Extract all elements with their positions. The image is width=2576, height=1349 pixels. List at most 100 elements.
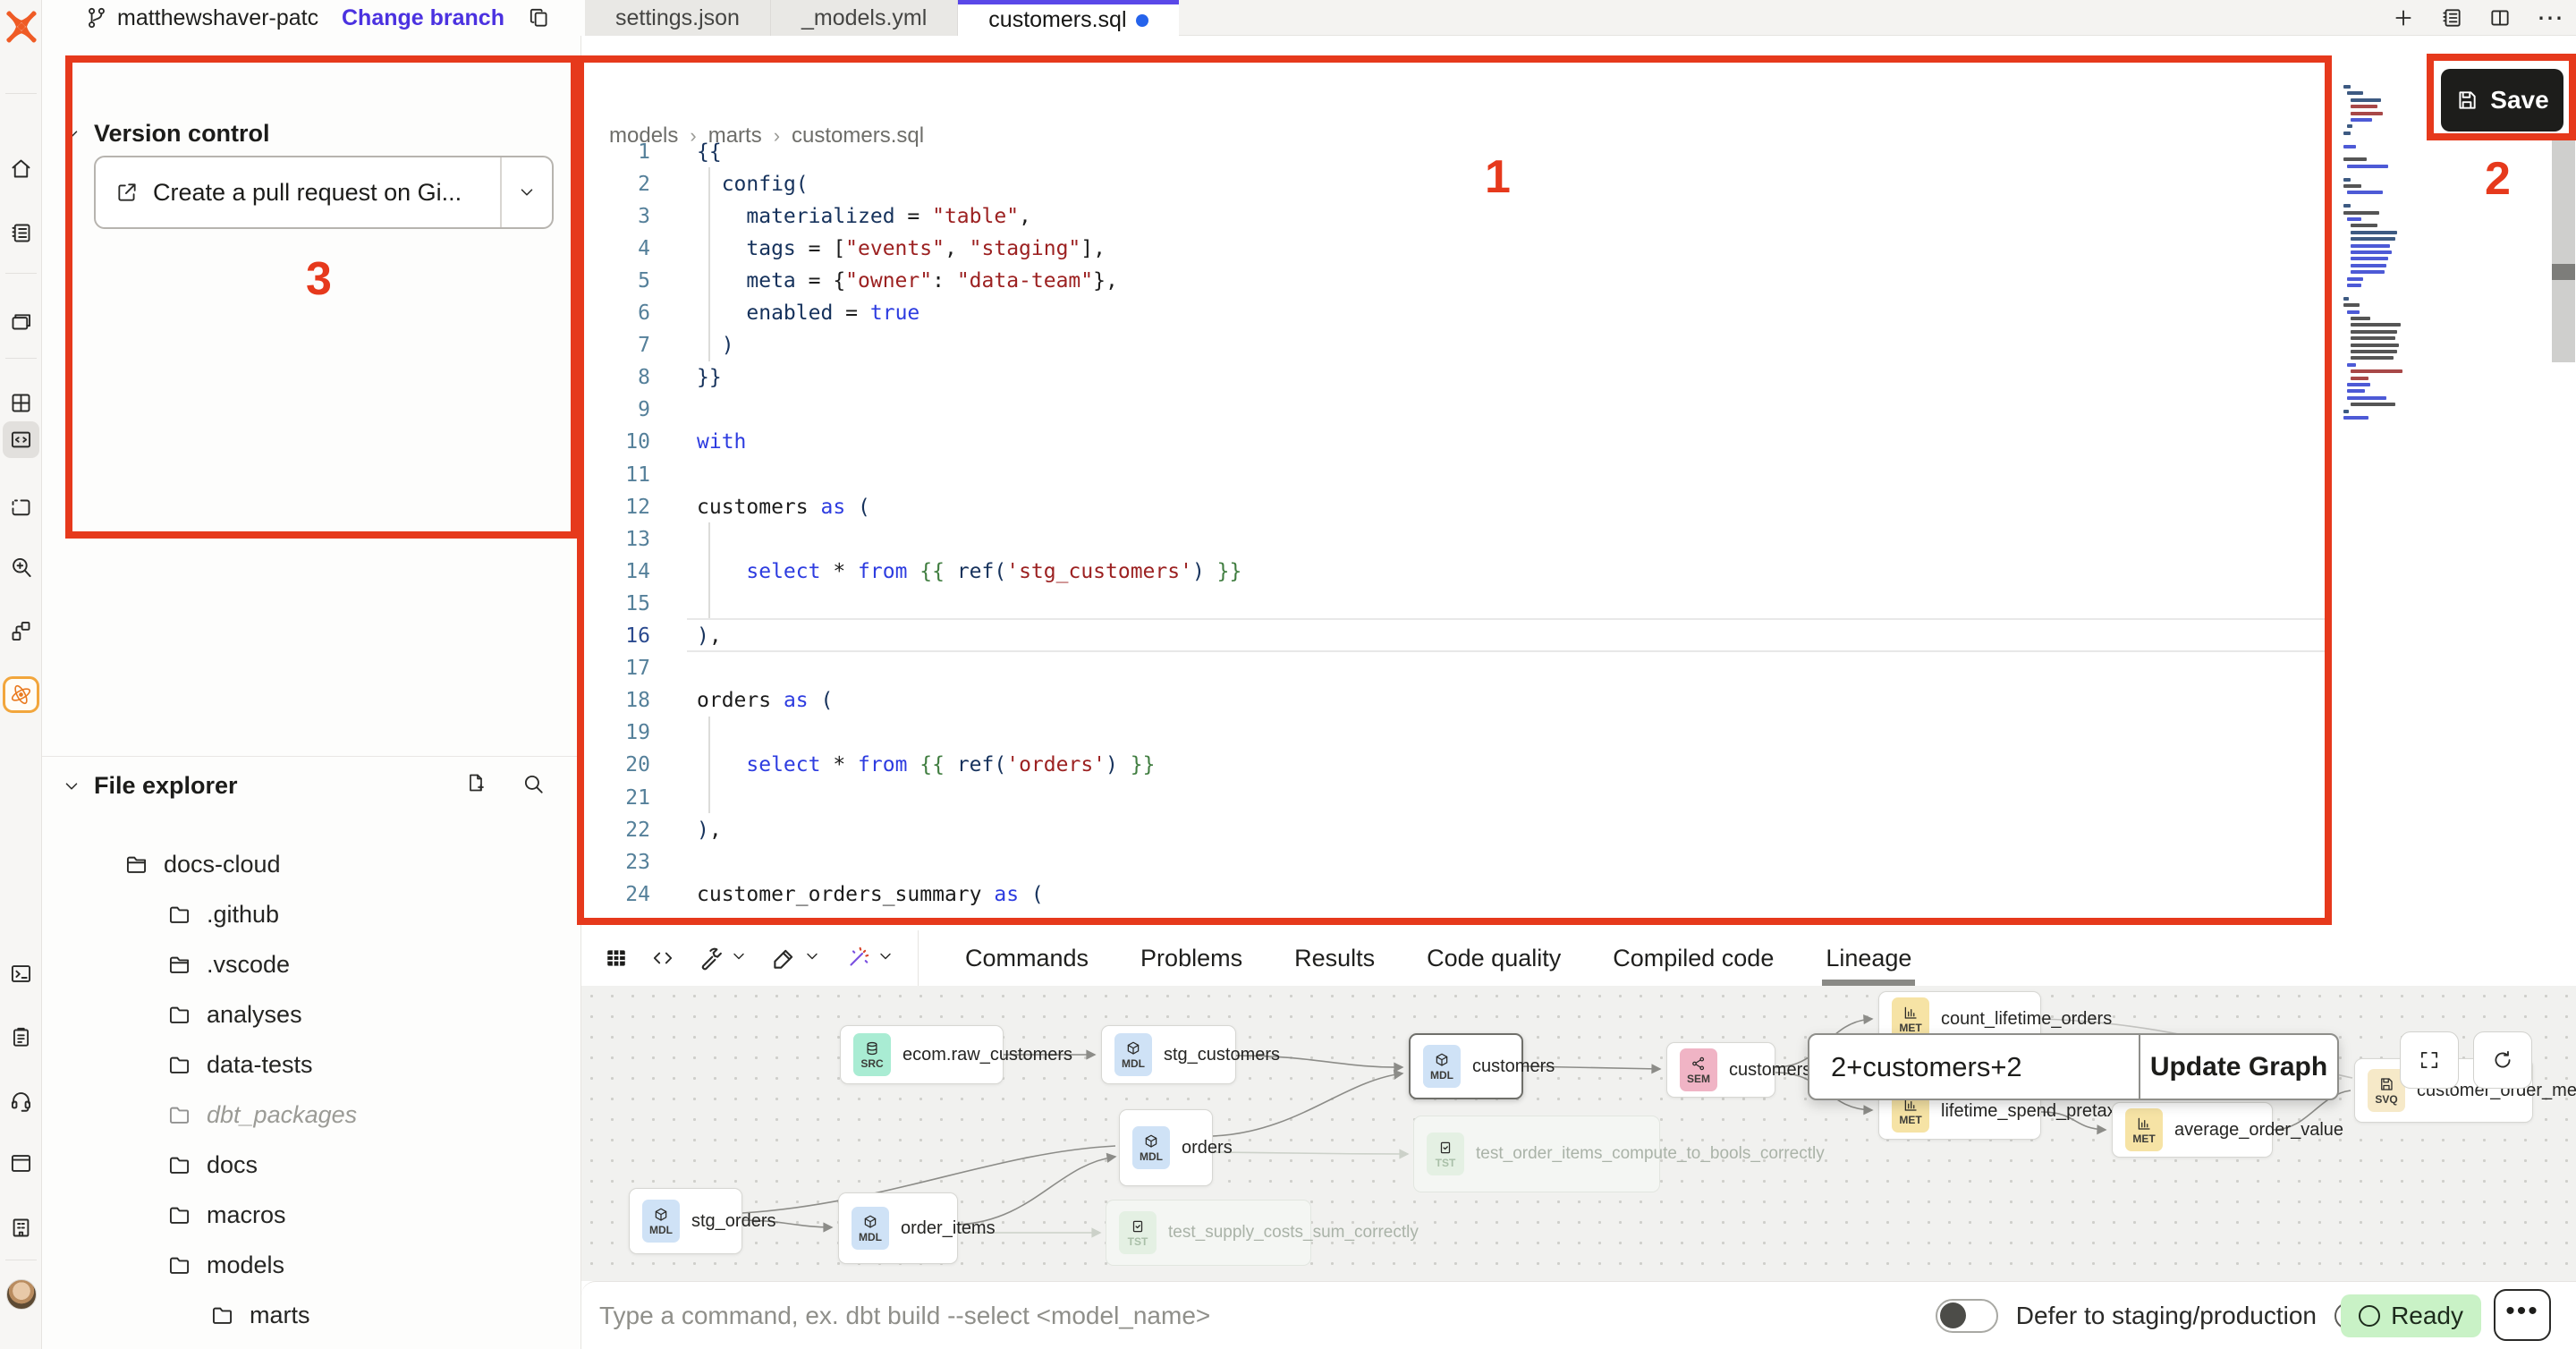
create-pull-request-main[interactable]: Create a pull request on Gi... (96, 157, 500, 227)
scrollbar-thumb[interactable] (2552, 264, 2575, 280)
file-explorer-header[interactable]: File explorer (62, 772, 238, 800)
minimap[interactable] (2343, 85, 2424, 461)
browser-icon[interactable] (3, 1145, 39, 1182)
lineage-node-test-supply-costs[interactable]: TSTtest_supply_costs_sum_correctly (1106, 1200, 1311, 1266)
tree-item-macros[interactable]: macros (167, 1197, 286, 1233)
code-line-17[interactable]: 17 (581, 652, 2522, 685)
defer-toggle[interactable] (1936, 1299, 1998, 1333)
refresh-graph-button[interactable] (2473, 1031, 2532, 1089)
terminal-icon[interactable] (3, 955, 39, 992)
more-icon[interactable]: ⋯ (2537, 3, 2563, 34)
lineage-node-stg-orders[interactable]: MDLstg_orders (629, 1188, 742, 1254)
lineage-node-orders-model[interactable]: MDLorders (1119, 1109, 1213, 1186)
code-line-1[interactable]: 1{{ (581, 135, 2522, 168)
code-line-24[interactable]: 24customer_orders_summary as ( (581, 878, 2522, 911)
code-editor[interactable]: models›marts›customers.sql 1{{2 config(3… (581, 36, 2576, 930)
code-line-15[interactable]: 15 (581, 587, 2522, 620)
code-line-18[interactable]: 18orders as ( (581, 684, 2522, 717)
stack-icon[interactable] (3, 302, 39, 339)
clipboard-icon[interactable] (3, 1019, 39, 1056)
lineage-canvas[interactable]: SRCecom.raw_customers MDLstg_customers MDL… (581, 986, 2576, 1281)
notebook-icon[interactable] (3, 215, 39, 251)
dbt-logo-icon[interactable] (4, 9, 38, 45)
code-icon[interactable] (651, 946, 674, 970)
code-line-12[interactable]: 12customers as ( (581, 490, 2522, 523)
flow-icon[interactable] (3, 613, 39, 649)
create-pull-request-button[interactable]: Create a pull request on Gi... (94, 156, 554, 229)
status-more-button[interactable]: ••• (2494, 1289, 2551, 1341)
code-line-23[interactable]: 23 (581, 845, 2522, 878)
tab-customers-sql[interactable]: customers.sql (958, 0, 1178, 36)
tree-item-data-tests[interactable]: data-tests (167, 1047, 313, 1082)
lineage-node-customers-semantic[interactable]: SEMcustomers (1666, 1042, 1775, 1098)
code-line-14[interactable]: 14 select * from {{ ref('stg_customers')… (581, 555, 2522, 588)
change-branch-link[interactable]: Change branch (342, 5, 504, 31)
lineage-node-customers-model[interactable]: MDLcustomers (1409, 1033, 1523, 1099)
panel-tab-results[interactable]: Results (1294, 930, 1375, 986)
home-icon[interactable] (3, 150, 39, 187)
code-line-3[interactable]: 3 materialized = "table", (581, 199, 2522, 233)
atom-icon[interactable] (3, 676, 39, 713)
tree-item--vscode[interactable]: .vscode (167, 946, 290, 982)
code-line-7[interactable]: 7 ) (581, 329, 2522, 362)
version-control-header[interactable]: Version control (62, 120, 270, 148)
code-line-22[interactable]: 22), (581, 813, 2522, 846)
lineage-node-stg-customers[interactable]: MDLstg_customers (1101, 1025, 1236, 1084)
search-scope-icon[interactable] (3, 549, 39, 586)
new-tab-icon[interactable] (2392, 6, 2415, 30)
building-icon[interactable] (3, 1209, 39, 1246)
code-line-5[interactable]: 5 meta = {"owner": "data-team"}, (581, 264, 2522, 297)
code-line-4[interactable]: 4 tags = ["events", "staging"], (581, 232, 2522, 265)
lineage-node-average-order-value[interactable]: METaverage_order_value (2112, 1102, 2273, 1158)
grid-icon[interactable] (3, 385, 39, 421)
tree-item-models[interactable]: models (167, 1247, 284, 1283)
lineage-search-input[interactable]: 2+customers+2 (1809, 1035, 2139, 1099)
panel-tab-compiled-code[interactable]: Compiled code (1613, 930, 1774, 986)
pull-request-dropdown-button[interactable] (500, 157, 552, 227)
tab--models-yml[interactable]: _models.yml (771, 0, 958, 36)
dashed-window-icon[interactable] (3, 490, 39, 527)
copy-icon[interactable] (528, 6, 551, 30)
command-input[interactable]: Type a command, ex. dbt build --select <… (599, 1302, 1210, 1330)
headset-icon[interactable] (3, 1082, 39, 1119)
code-line-10[interactable]: 10with (581, 426, 2522, 459)
lineage-node-ecom-raw-customers[interactable]: SRCecom.raw_customers (840, 1025, 1004, 1084)
tree-item--github[interactable]: .github (167, 896, 279, 932)
new-file-icon[interactable] (464, 772, 487, 795)
tree-item-docs[interactable]: docs (167, 1147, 258, 1183)
tree-item-analyses[interactable]: analyses (167, 997, 302, 1032)
code-line-19[interactable]: 19 (581, 717, 2522, 750)
panel-tab-commands[interactable]: Commands (965, 930, 1089, 986)
save-button[interactable]: Save (2441, 69, 2563, 132)
panel-tab-lineage[interactable]: Lineage (1826, 930, 1911, 986)
build-tools-icon[interactable] (698, 945, 748, 971)
notebook-panel-icon[interactable] (2440, 6, 2463, 30)
tree-item-dbt-packages[interactable]: dbt_packages (167, 1097, 357, 1133)
results-table-icon[interactable] (605, 946, 628, 970)
split-view-icon[interactable] (2488, 6, 2512, 30)
code-line-20[interactable]: 20 select * from {{ ref('orders') }} (581, 749, 2522, 782)
code-line-9[interactable]: 9 (581, 394, 2522, 427)
code-line-16[interactable]: 16), (581, 620, 2522, 653)
panel-tab-code-quality[interactable]: Code quality (1427, 930, 1561, 986)
search-icon[interactable] (521, 772, 545, 795)
ai-fix-icon[interactable] (844, 945, 894, 971)
code-line-13[interactable]: 13 (581, 522, 2522, 556)
tab-settings-json[interactable]: settings.json (585, 0, 771, 36)
fullscreen-button[interactable] (2400, 1031, 2459, 1089)
lineage-node-order-items[interactable]: MDLorder_items (838, 1192, 958, 1264)
update-graph-button[interactable]: Update Graph (2139, 1035, 2337, 1099)
lineage-node-test-order-items[interactable]: TSTtest_order_items_compute_to_bools_cor… (1413, 1116, 1660, 1192)
format-icon[interactable] (771, 945, 821, 971)
code-line-8[interactable]: 8}} (581, 361, 2522, 395)
scrollbar-track[interactable] (2552, 139, 2575, 362)
tree-item-docs-cloud[interactable]: docs-cloud (124, 846, 281, 882)
user-avatar[interactable] (6, 1279, 37, 1310)
code-window-icon[interactable] (3, 421, 39, 458)
code-line-2[interactable]: 2 config( (581, 167, 2522, 200)
panel-tab-problems[interactable]: Problems (1140, 930, 1242, 986)
code-line-11[interactable]: 11 (581, 458, 2522, 491)
code-line-21[interactable]: 21 (581, 781, 2522, 814)
tree-item-marts[interactable]: marts (210, 1297, 310, 1333)
code-line-6[interactable]: 6 enabled = true (581, 297, 2522, 330)
